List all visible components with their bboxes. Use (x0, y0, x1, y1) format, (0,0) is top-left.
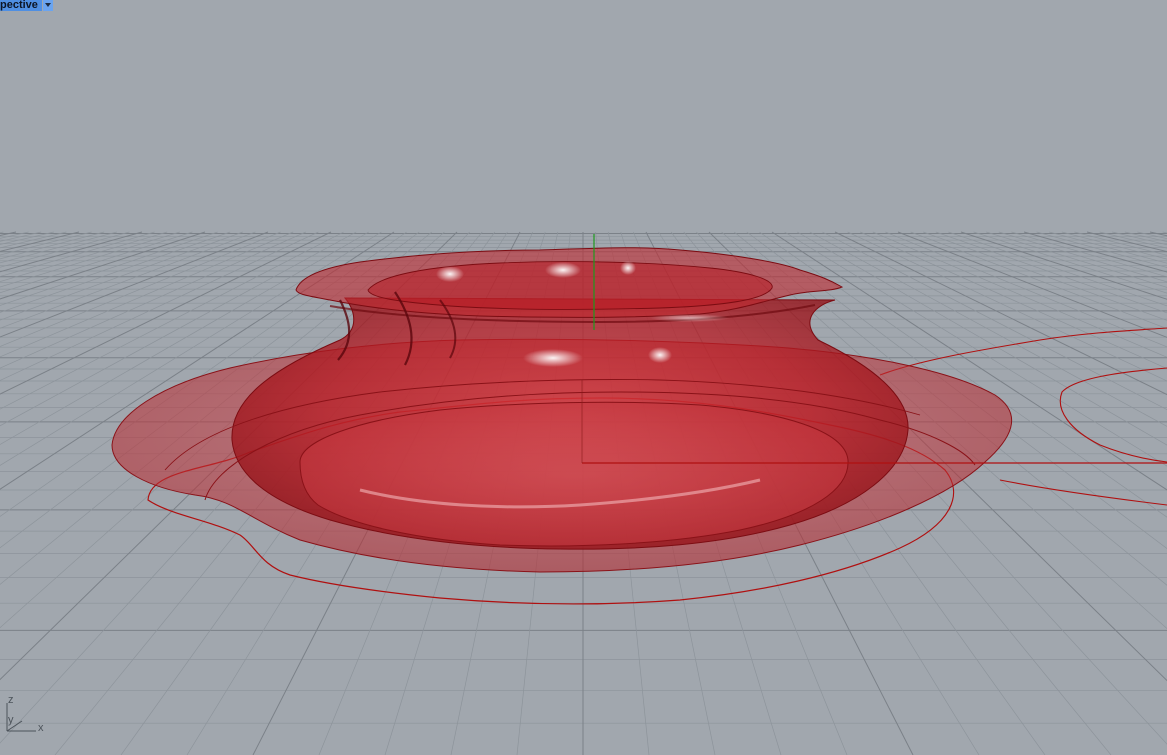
perspective-viewport[interactable]: pective z y x (0, 0, 1167, 755)
specular-highlight (620, 261, 636, 275)
specular-highlight (650, 314, 730, 322)
viewport-title-tab[interactable]: pective (0, 0, 53, 11)
y-axis-label: y (8, 714, 14, 726)
specular-highlight (523, 349, 583, 367)
z-axis-label: z (8, 694, 14, 706)
specular-highlight (436, 266, 464, 282)
axis-indicator: z y x (2, 694, 52, 737)
specular-highlight (545, 262, 581, 278)
specular-highlight (648, 347, 672, 363)
chevron-down-icon[interactable] (42, 0, 53, 11)
viewport-scene[interactable] (0, 0, 1167, 755)
x-axis-label: x (38, 722, 44, 734)
viewport-title[interactable]: pective (0, 0, 42, 11)
